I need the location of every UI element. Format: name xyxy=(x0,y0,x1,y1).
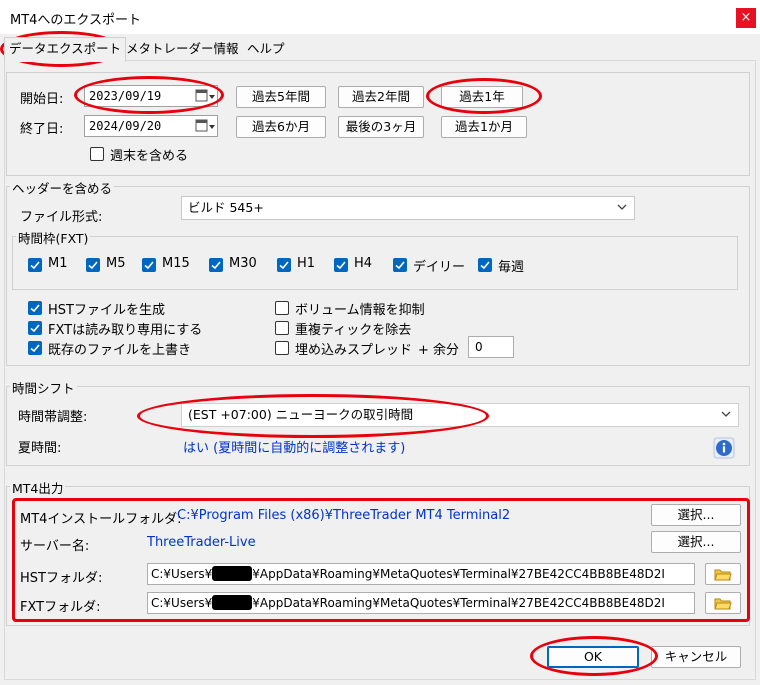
highlight-ring xyxy=(530,636,658,676)
timezone-label: 時間帯調整: xyxy=(18,410,88,425)
timeframe-label: M15 xyxy=(162,256,190,271)
timeframe-checkbox[interactable] xyxy=(28,258,42,272)
timeframe-checkbox[interactable] xyxy=(393,258,407,272)
highlight-ring xyxy=(74,76,224,114)
chevron-down-icon xyxy=(721,411,731,417)
end-date-label: 終了日: xyxy=(20,122,64,137)
timeframe-checkbox[interactable] xyxy=(277,258,291,272)
file-format-value: ビルド 545+ xyxy=(188,200,264,215)
close-icon: × xyxy=(740,10,752,25)
timeframe-checkbox[interactable] xyxy=(86,258,100,272)
remove-duplicates-label: 重複ティックを除去 xyxy=(295,323,412,338)
timeframe-checkbox[interactable] xyxy=(334,258,348,272)
include-weekends-label: 週末を含める xyxy=(110,149,189,164)
suppress-volume-checkbox[interactable] xyxy=(275,301,289,315)
overwrite-files-checkbox[interactable] xyxy=(28,341,42,355)
mt4-output-legend: MT4出力 xyxy=(10,478,66,497)
dst-label: 夏時間: xyxy=(18,441,62,456)
last-6-months-button[interactable]: 過去6か月 xyxy=(236,116,326,138)
timeframe-label: H1 xyxy=(297,256,316,271)
fxt-readonly-checkbox[interactable] xyxy=(28,321,42,335)
generate-hst-checkbox[interactable] xyxy=(28,301,42,315)
end-date-value: 2024/09/20 xyxy=(89,119,162,133)
start-date-label: 開始日: xyxy=(20,92,64,107)
timeframes-legend: 時間枠(FXT) xyxy=(16,228,91,247)
timeframe-label: H4 xyxy=(354,256,373,271)
timeframe-checkbox[interactable] xyxy=(142,258,156,272)
include-weekends-checkbox[interactable] xyxy=(90,147,104,161)
timeframe-checkbox[interactable] xyxy=(209,258,223,272)
timeframe-label: デイリー xyxy=(413,260,466,275)
generate-hst-label: HSTファイルを生成 xyxy=(48,303,165,318)
timeframe-label: 毎週 xyxy=(498,260,525,275)
timeframe-checkbox[interactable] xyxy=(478,258,492,272)
timeframe-label: M1 xyxy=(48,256,68,271)
suppress-volume-label: ボリューム情報を抑制 xyxy=(295,303,425,318)
timeshift-legend: 時間シフト xyxy=(10,378,77,397)
overwrite-files-label: 既存のファイルを上書き xyxy=(48,343,192,358)
highlight-ring xyxy=(137,394,489,438)
pad-spread-checkbox[interactable] xyxy=(275,341,289,355)
highlight-rect xyxy=(12,498,750,622)
last-3-months-button[interactable]: 最後の3ヶ月 xyxy=(338,116,424,138)
tab-metatrader-info[interactable]: メタトレーダー情報 xyxy=(122,38,243,60)
remove-duplicates-checkbox[interactable] xyxy=(275,321,289,335)
timeframe-label: M5 xyxy=(106,256,126,271)
tab-help[interactable]: ヘルプ xyxy=(243,38,289,60)
file-format-select[interactable]: ビルド 545+ xyxy=(181,196,635,220)
header-legend: ヘッダーを含める xyxy=(10,178,115,197)
end-date-input[interactable]: 2024/09/20 xyxy=(84,115,218,137)
chevron-down-icon xyxy=(617,204,627,210)
margin-label: + 余分 xyxy=(418,343,460,358)
window-title: MT4へのエクスポート xyxy=(10,13,142,28)
close-button[interactable]: × xyxy=(736,8,756,28)
dst-value: はい (夏時間に自動的に調整されます) xyxy=(183,441,406,456)
cancel-button[interactable]: キャンセル xyxy=(651,646,741,668)
pad-spread-label: 埋め込みスプレッド xyxy=(295,343,413,358)
info-icon[interactable] xyxy=(713,437,735,459)
fxt-readonly-label: FXTは読み取り専用にする xyxy=(48,323,203,338)
highlight-ring xyxy=(426,78,542,114)
file-format-label: ファイル形式: xyxy=(20,210,103,225)
calendar-dropdown-icon[interactable] xyxy=(194,116,216,136)
tab-data-export[interactable]: データエクスポート xyxy=(4,37,127,62)
timeframe-label: M30 xyxy=(229,256,257,271)
margin-input[interactable]: 0 xyxy=(468,336,514,358)
last-2-years-button[interactable]: 過去2年間 xyxy=(338,86,424,108)
last-1-month-button[interactable]: 過去1か月 xyxy=(441,116,527,138)
last-5-years-button[interactable]: 過去5年間 xyxy=(236,86,326,108)
